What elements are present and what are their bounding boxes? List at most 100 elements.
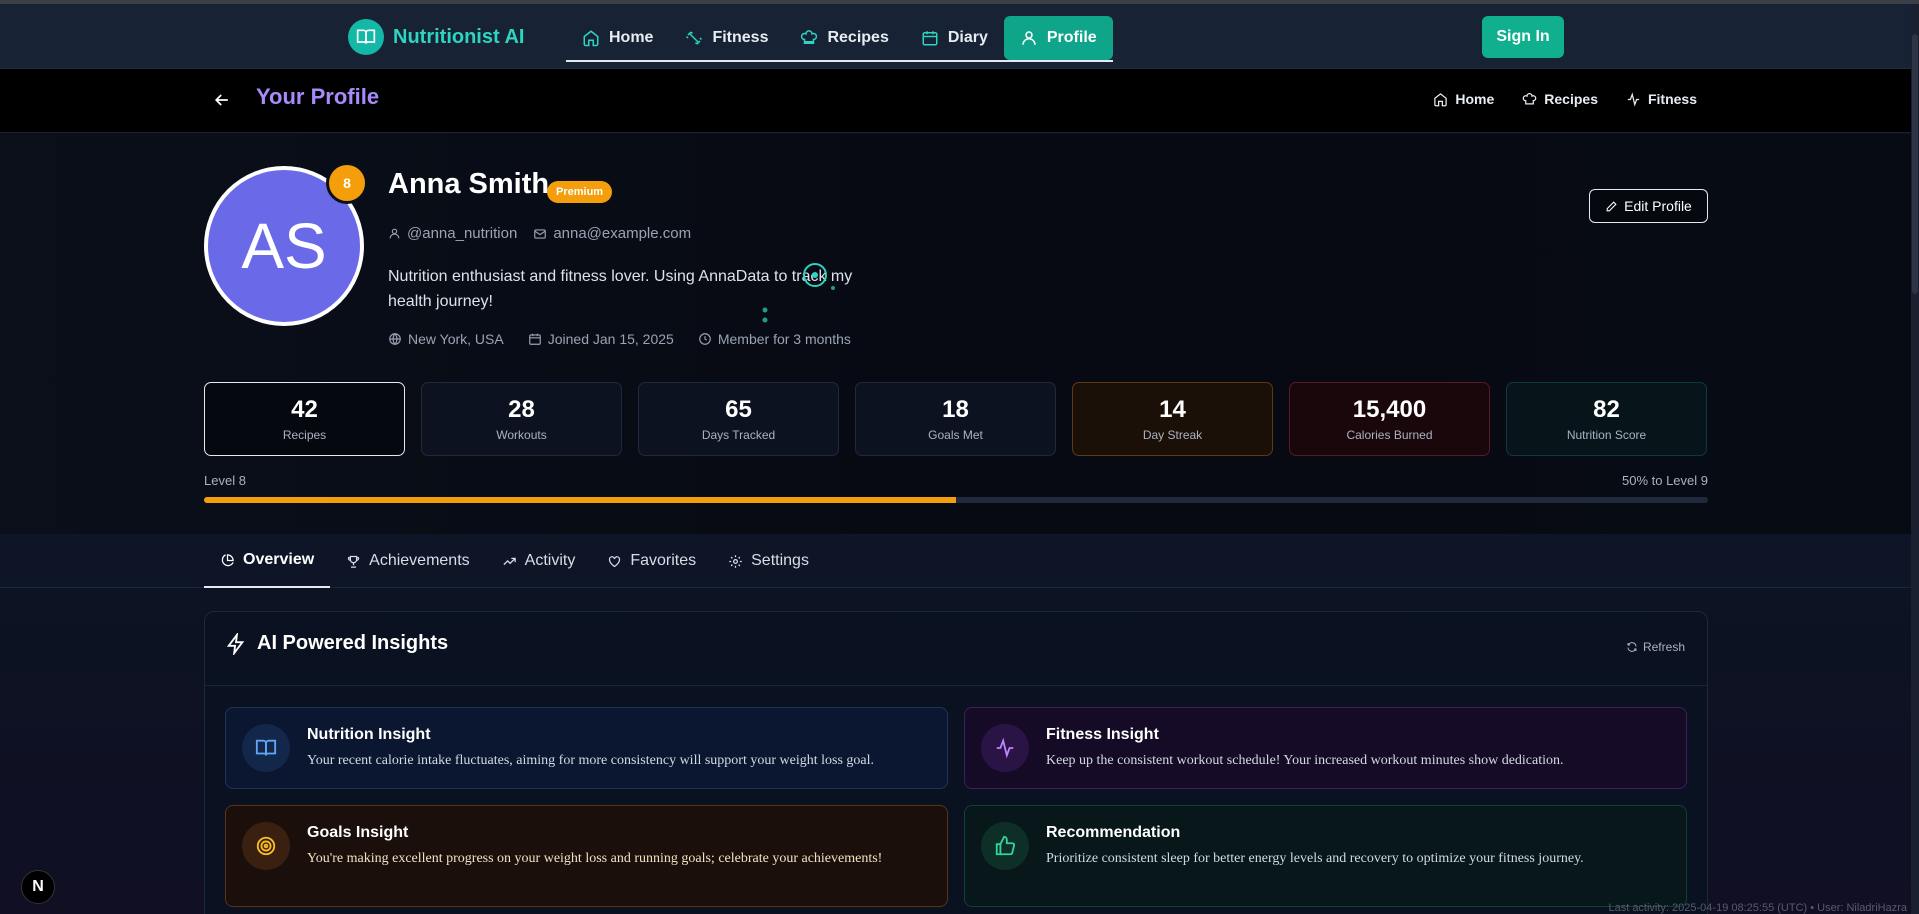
- calendar-icon: [528, 333, 541, 345]
- member-duration: Member for 3 months: [698, 331, 851, 347]
- dumbbell-icon: [686, 30, 703, 45]
- mail-icon: [534, 228, 547, 239]
- subnav-home-label: Home: [1455, 91, 1495, 107]
- stat-label: Workouts: [496, 428, 547, 442]
- stat-label: Recipes: [282, 428, 327, 442]
- globe-icon: [389, 333, 401, 345]
- stat-label: Calories Burned: [1346, 428, 1433, 442]
- level-label: Level 8: [204, 473, 246, 488]
- trophy-icon: [347, 555, 360, 568]
- gear-icon: [729, 554, 742, 568]
- nav-recipes-label: Recipes: [827, 28, 889, 46]
- brand[interactable]: Nutritionist AI: [348, 19, 524, 55]
- nav-home-label: Home: [609, 28, 654, 46]
- username: @anna_nutrition: [388, 225, 517, 242]
- loading-spinner-icon: [803, 263, 835, 290]
- tab-settings-label: Settings: [751, 552, 809, 569]
- tab-achievements[interactable]: Achievements: [330, 534, 486, 588]
- nextjs-dev-button[interactable]: N: [21, 870, 55, 904]
- insight-text: Your recent calorie intake fluctuates, a…: [307, 753, 874, 768]
- subnav-home[interactable]: Home: [1433, 91, 1494, 107]
- premium-badge: Premium: [547, 181, 613, 203]
- sign-in-button[interactable]: Sign In: [1482, 16, 1564, 58]
- member-text: Member for 3 months: [717, 331, 851, 347]
- tab-overview[interactable]: Overview: [204, 534, 331, 588]
- ai-insights-title: AI Powered Insights: [225, 632, 448, 655]
- nav-fitness[interactable]: Fitness: [669, 16, 784, 60]
- stat-days-tracked[interactable]: 65 Days Tracked: [638, 382, 839, 456]
- stats-row: 42 Recipes 28 Workouts 65 Days Tracked 1…: [204, 382, 1707, 456]
- stat-label: Days Tracked: [701, 428, 776, 442]
- top-navbar: Nutritionist AI Home Fitness Recipes Dia…: [0, 4, 1919, 69]
- home-icon: [583, 29, 599, 46]
- tab-activity[interactable]: Activity: [486, 534, 592, 588]
- profile-bio: Nutrition enthusiast and fitness lover. …: [388, 268, 853, 310]
- loading-dots-icon: [762, 307, 768, 323]
- profile-hero: AS 8 Anna Smith Premium @anna_nutrition …: [0, 134, 1919, 534]
- nav-diary[interactable]: Diary: [905, 16, 1004, 60]
- stat-value: 82: [1593, 396, 1620, 423]
- stat-day-streak[interactable]: 14 Day Streak: [1072, 382, 1273, 456]
- ai-insights-title-text: AI Powered Insights: [257, 632, 449, 654]
- scrollbar-thumb[interactable]: [1912, 34, 1918, 294]
- page-title: Your Profile: [256, 84, 380, 109]
- pencil-icon: [1606, 200, 1617, 211]
- stat-workouts[interactable]: 28 Workouts: [421, 382, 622, 456]
- tab-settings[interactable]: Settings: [712, 534, 825, 588]
- profile-meta: New York, USA Joined Jan 15, 2025 Member…: [388, 331, 851, 347]
- tab-favorites[interactable]: Favorites: [591, 534, 712, 588]
- stat-calories-burned[interactable]: 15,400 Calories Burned: [1289, 382, 1490, 456]
- location: New York, USA: [388, 331, 504, 347]
- profile-contact: @anna_nutrition anna@example.com: [388, 225, 691, 242]
- subnav-fitness[interactable]: Fitness: [1626, 91, 1697, 107]
- joined-text: Joined Jan 15, 2025: [547, 331, 674, 347]
- stat-label: Goals Met: [928, 428, 983, 442]
- nav-profile-label: Profile: [1046, 28, 1097, 46]
- user-icon: [1022, 30, 1036, 45]
- ai-insights-card: AI Powered Insights Refresh Nutrition In…: [204, 611, 1708, 914]
- insight-text: Keep up the consistent workout schedule!…: [1046, 753, 1564, 768]
- stat-nutrition-score[interactable]: 82 Nutrition Score: [1506, 382, 1707, 456]
- book-icon: [242, 724, 290, 772]
- nav-recipes[interactable]: Recipes: [784, 16, 904, 60]
- stat-value: 15,400: [1352, 396, 1427, 423]
- insight-title: Recommendation: [1046, 824, 1181, 841]
- stat-label: Day Streak: [1142, 428, 1203, 442]
- nav-diary-label: Diary: [947, 28, 988, 46]
- profile-header-bar: Your Profile Home Recipes Fitness: [0, 69, 1919, 133]
- nav-profile[interactable]: Profile: [1003, 15, 1113, 60]
- back-button[interactable]: [212, 90, 232, 115]
- tab-overview-label: Overview: [243, 551, 315, 568]
- heart-icon: [609, 555, 621, 567]
- calendar-icon: [922, 30, 938, 45]
- nav-home[interactable]: Home: [566, 16, 669, 60]
- clock-icon: [698, 333, 711, 345]
- activity-icon: [1627, 91, 1640, 107]
- edit-profile-label: Edit Profile: [1624, 198, 1692, 214]
- subnav-recipes-label: Recipes: [1544, 91, 1598, 107]
- sub-nav: Home Recipes Fitness: [1433, 91, 1697, 107]
- edit-profile-button[interactable]: Edit Profile: [1589, 189, 1708, 223]
- insight-title: Goals Insight: [307, 824, 409, 841]
- refresh-label: Refresh: [1642, 640, 1685, 654]
- home-icon: [1434, 92, 1448, 106]
- trending-up-icon: [503, 557, 516, 565]
- stat-goals-met[interactable]: 18 Goals Met: [855, 382, 1056, 456]
- page-scrollbar[interactable]: [1911, 4, 1919, 914]
- refresh-button[interactable]: Refresh: [1626, 640, 1685, 654]
- stat-recipes[interactable]: 42 Recipes: [204, 382, 405, 456]
- username-text: @anna_nutrition: [407, 225, 518, 242]
- refresh-icon: [1627, 642, 1637, 652]
- insight-goals: Goals Insight You're making excellent pr…: [225, 805, 948, 907]
- tab-favorites-label: Favorites: [630, 552, 697, 569]
- target-icon: [242, 822, 290, 870]
- lightning-icon: [226, 632, 245, 655]
- nav-fitness-label: Fitness: [712, 28, 769, 46]
- insight-text: You're making excellent progress on your…: [307, 851, 883, 866]
- profile-name: Anna Smith: [388, 168, 550, 200]
- subnav-recipes[interactable]: Recipes: [1522, 91, 1598, 107]
- thumbs-up-icon: [981, 822, 1029, 870]
- main-nav: Home Fitness Recipes Diary Profile: [566, 15, 1113, 62]
- tab-activity-label: Activity: [524, 552, 576, 569]
- subnav-fitness-label: Fitness: [1647, 91, 1697, 107]
